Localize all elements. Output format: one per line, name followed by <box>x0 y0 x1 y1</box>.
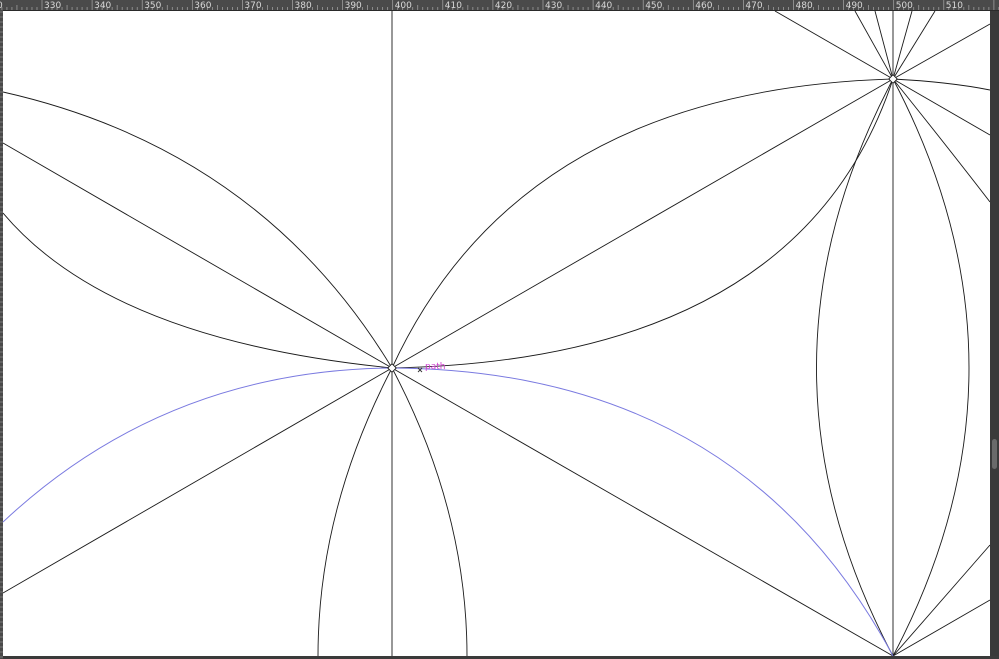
line-b-up-left-3 <box>874 11 894 80</box>
ruler-tick-label: 330 <box>44 1 61 10</box>
node-b-icon[interactable] <box>888 74 898 84</box>
ruler-tick-label: 360 <box>194 1 211 10</box>
ruler-tick-label: 350 <box>144 1 161 10</box>
line-b-up-left-2 <box>854 11 894 80</box>
ruler-tick-label: 460 <box>695 1 712 10</box>
ruler-tick-label: 400 <box>395 1 412 10</box>
line-b-up-left-1 <box>774 11 894 80</box>
arc-a-lower-right-petal <box>391 367 468 656</box>
canvas-svg: path <box>3 11 990 656</box>
arc-a-upper-left-inner <box>3 212 393 369</box>
line-a-upper-left <box>3 142 393 369</box>
ruler-tick-label: 420 <box>495 1 512 10</box>
snap-label: path <box>425 362 445 372</box>
ruler-tick-label: 510 <box>946 1 963 10</box>
drawing-app-window: 330 340 350 360 370 380 390 400 410 420 430 440 450 4… <box>0 0 999 659</box>
horizontal-ruler[interactable]: 330 340 350 360 370 380 390 400 410 420 430 440 450 4… <box>0 0 999 11</box>
ruler-tick-label: 450 <box>645 1 662 10</box>
vertical-scrollbar[interactable] <box>990 11 999 656</box>
ruler-tick-label-partial: 0 <box>0 1 3 10</box>
line-b-up-right-3 <box>892 23 990 80</box>
ruler-tick-label: 500 <box>896 1 913 10</box>
arc-bc-left <box>816 78 894 656</box>
ruler-svg: 330 340 350 360 370 380 390 400 410 420 430 440 450 4… <box>0 0 999 10</box>
ruler-tick-label: 370 <box>244 1 261 10</box>
ruler-tick-label: 430 <box>545 1 562 10</box>
line-b-up-right-2 <box>892 11 936 80</box>
ruler-tick-label: 410 <box>445 1 462 10</box>
ruler-tick-label: 340 <box>94 1 111 10</box>
scrollbar-thumb[interactable] <box>992 439 997 469</box>
highlighted-path-arc[interactable] <box>3 367 894 656</box>
ruler-tick-label: 390 <box>345 1 362 10</box>
ruler-tick-label: 440 <box>595 1 612 10</box>
ruler-tick-label: 480 <box>796 1 813 10</box>
ruler-tick-label: 470 <box>745 1 762 10</box>
node-a-icon[interactable] <box>387 363 397 373</box>
arc-a-upper-left-outer <box>3 91 393 369</box>
arc-bc-right <box>892 78 970 656</box>
ruler-tick-label: 380 <box>295 1 312 10</box>
arc-a-lower-left-petal <box>317 367 393 656</box>
line-b-up-right-1 <box>892 11 913 80</box>
ruler-tick-label: 490 <box>846 1 863 10</box>
line-c-up-right-1 <box>892 544 990 656</box>
drawing-canvas[interactable]: path <box>3 11 990 656</box>
arc-b-right-1 <box>892 78 990 91</box>
arc-b-right-2 <box>892 78 990 203</box>
